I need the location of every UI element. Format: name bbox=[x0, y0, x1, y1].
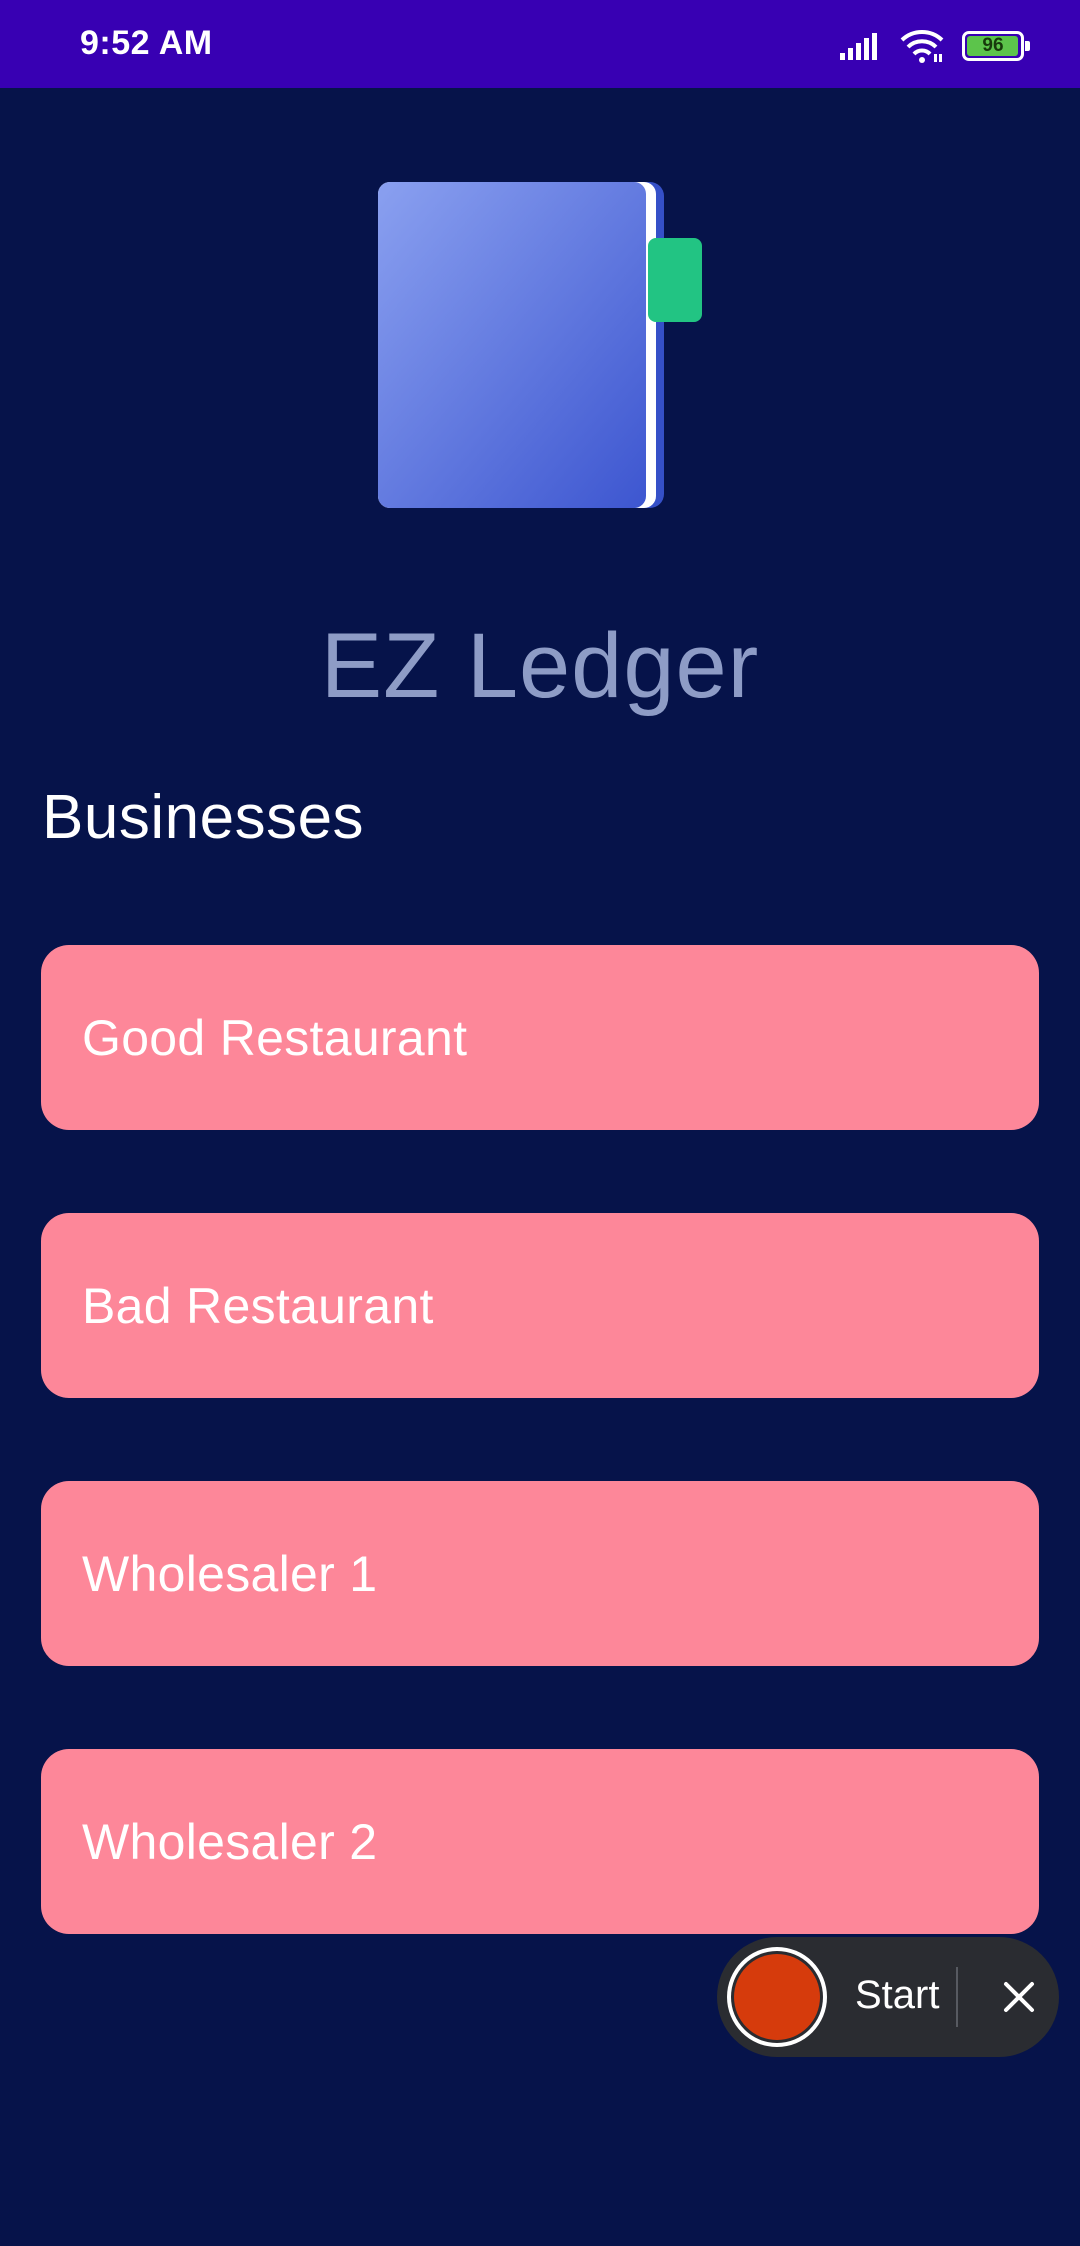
business-card-label: Bad Restaurant bbox=[82, 1277, 434, 1334]
ledger-book-icon bbox=[378, 182, 702, 508]
record-button[interactable] bbox=[727, 1947, 827, 2047]
business-card-label: Good Restaurant bbox=[82, 1009, 468, 1066]
app-title: EZ Ledger bbox=[320, 615, 760, 717]
close-icon[interactable] bbox=[979, 1957, 1059, 2037]
business-card-good-restaurant[interactable]: Good Restaurant bbox=[41, 945, 1039, 1130]
screen-recorder-widget: Start bbox=[717, 1937, 1059, 2057]
status-time: 9:52 AM bbox=[80, 24, 213, 62]
record-dot bbox=[734, 1954, 820, 2040]
status-icons: 96 bbox=[838, 26, 1030, 66]
businesses-heading: Businesses bbox=[42, 783, 365, 852]
business-card-label: Wholesaler 2 bbox=[82, 1813, 378, 1870]
battery-tip bbox=[1025, 41, 1030, 51]
wifi-icon bbox=[900, 30, 944, 63]
start-recording-button[interactable]: Start bbox=[855, 1973, 939, 2018]
business-card-wholesaler-2[interactable]: Wholesaler 2 bbox=[41, 1749, 1039, 1934]
business-card-bad-restaurant[interactable]: Bad Restaurant bbox=[41, 1213, 1039, 1398]
business-list: Good Restaurant Bad Restaurant Wholesale… bbox=[41, 945, 1039, 2017]
cellular-signal-icon bbox=[840, 33, 877, 60]
battery-level: 96 bbox=[982, 35, 1004, 56]
record-icon bbox=[731, 1951, 823, 2043]
business-card-wholesaler-1[interactable]: Wholesaler 1 bbox=[41, 1481, 1039, 1666]
recorder-divider bbox=[956, 1967, 958, 2027]
battery-icon: 96 bbox=[962, 31, 1030, 61]
business-card-label: Wholesaler 1 bbox=[82, 1545, 378, 1602]
status-bar: 9:52 AM 96 bbox=[0, 0, 1080, 88]
